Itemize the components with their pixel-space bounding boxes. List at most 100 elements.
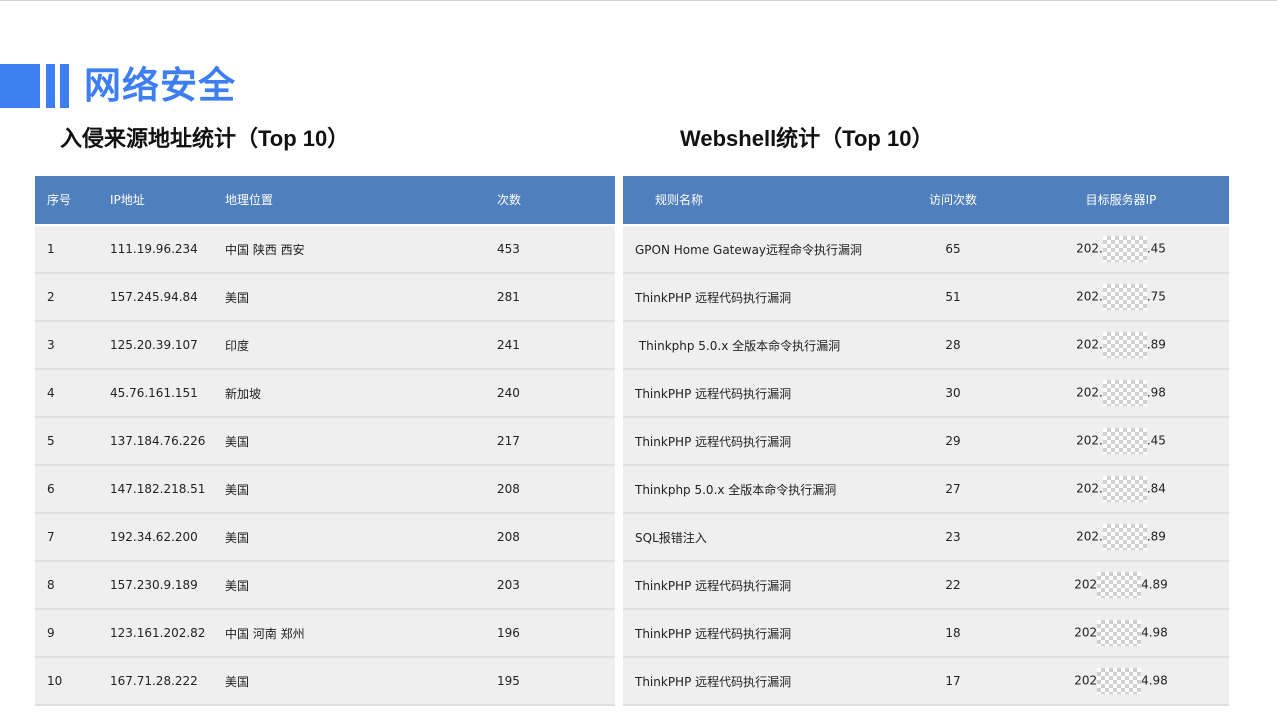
row-location: 美国 [225,513,497,562]
row-ip: 137.184.76.226 [110,417,225,466]
ip-prefix: 202. [1076,241,1103,256]
table-row: GPON Home Gateway远程命令执行漏洞 65 202. .45 [623,225,1229,274]
redaction-mask [1102,428,1147,454]
row-rule-name: SQL报错注入 [623,513,893,562]
col-header-location: 地理位置 [225,176,497,226]
webshell-table: 规则名称 访问次数 目标服务器IP GPON Home Gateway远程命令执… [623,176,1229,706]
row-count: 196 [497,609,615,658]
redaction-mask [1102,284,1147,310]
row-location: 中国 陕西 西安 [225,225,497,274]
redaction-mask [1102,236,1147,262]
row-target-ip: 202 4.98 [1013,609,1229,658]
table-header-row: 序号 IP地址 地理位置 次数 [35,176,615,226]
table-row: ThinkPHP 远程代码执行漏洞 22 202 4.89 [623,561,1229,610]
row-count: 281 [497,273,615,322]
ip-prefix: 202. [1076,481,1103,496]
row-count: 453 [497,225,615,274]
row-count: 217 [497,417,615,466]
row-visit-count: 30 [893,369,1013,418]
ip-prefix: 202. [1076,433,1103,448]
row-location: 中国 河南 郑州 [225,609,497,658]
row-index: 1 [35,225,110,274]
row-rule-name: ThinkPHP 远程代码执行漏洞 [623,417,893,466]
ip-prefix: 202 [1074,673,1098,688]
row-ip: 45.76.161.151 [110,369,225,418]
ip-suffix: .98 [1146,385,1166,400]
ip-suffix: .75 [1146,289,1166,304]
row-count: 208 [497,465,615,514]
col-header-target-ip: 目标服务器IP [1013,176,1229,226]
ip-suffix: 4.98 [1141,673,1168,688]
row-rule-name: ThinkPHP 远程代码执行漏洞 [623,273,893,322]
row-index: 9 [35,609,110,658]
table-row: Thinkphp 5.0.x 全版本命令执行漏洞 28 202. .89 [623,321,1229,370]
table-row: 4 45.76.161.151 新加坡 240 [35,369,615,418]
row-target-ip: 202. .45 [1013,417,1229,466]
table-row: ThinkPHP 远程代码执行漏洞 18 202 4.98 [623,609,1229,658]
ip-prefix: 202. [1076,529,1103,544]
row-index: 5 [35,417,110,466]
row-visit-count: 29 [893,417,1013,466]
row-count: 241 [497,321,615,370]
table-row: 7 192.34.62.200 美国 208 [35,513,615,562]
row-index: 8 [35,561,110,610]
ip-prefix: 202. [1076,385,1103,400]
col-header-count: 次数 [497,176,615,226]
table-row: ThinkPHP 远程代码执行漏洞 51 202. .75 [623,273,1229,322]
table-row: ThinkPHP 远程代码执行漏洞 17 202 4.98 [623,657,1229,706]
row-location: 印度 [225,321,497,370]
row-count: 240 [497,369,615,418]
row-location: 美国 [225,657,497,706]
redaction-mask [1102,476,1147,502]
table-row: 6 147.182.218.51 美国 208 [35,465,615,514]
col-header-visits: 访问次数 [893,176,1013,226]
redaction-mask [1097,668,1142,694]
col-header-index: 序号 [35,176,110,226]
row-ip: 123.161.202.82 [110,609,225,658]
intrusion-source-table: 序号 IP地址 地理位置 次数 1 111.19.96.234 中国 陕西 西安 45… [35,176,615,706]
col-header-ip: IP地址 [110,176,225,226]
row-ip: 167.71.28.222 [110,657,225,706]
redaction-mask [1097,572,1142,598]
row-visit-count: 28 [893,321,1013,370]
row-visit-count: 51 [893,273,1013,322]
row-ip: 192.34.62.200 [110,513,225,562]
row-visit-count: 23 [893,513,1013,562]
ip-prefix: 202 [1074,625,1098,640]
row-index: 3 [35,321,110,370]
table-row: 1 111.19.96.234 中国 陕西 西安 453 [35,225,615,274]
ip-suffix: .45 [1146,241,1166,256]
row-visit-count: 17 [893,657,1013,706]
redaction-mask [1102,524,1147,550]
row-count: 195 [497,657,615,706]
redaction-mask [1102,380,1147,406]
row-target-ip: 202. .84 [1013,465,1229,514]
row-target-ip: 202 4.89 [1013,561,1229,610]
row-location: 美国 [225,561,497,610]
col-header-rule: 规则名称 [623,176,893,226]
table-row: SQL报错注入 23 202. .89 [623,513,1229,562]
row-rule-name: Thinkphp 5.0.x 全版本命令执行漏洞 [623,465,893,514]
row-rule-name: GPON Home Gateway远程命令执行漏洞 [623,225,893,274]
table-row: 9 123.161.202.82 中国 河南 郑州 196 [35,609,615,658]
row-visit-count: 27 [893,465,1013,514]
row-index: 6 [35,465,110,514]
row-rule-name: ThinkPHP 远程代码执行漏洞 [623,369,893,418]
ip-prefix: 202. [1076,337,1103,352]
intrusion-section-title: 入侵来源地址统计（Top 10） [60,126,350,151]
table-row: 2 157.245.94.84 美国 281 [35,273,615,322]
row-rule-name: ThinkPHP 远程代码执行漏洞 [623,561,893,610]
row-visit-count: 22 [893,561,1013,610]
table-row: 10 167.71.28.222 美国 195 [35,657,615,706]
page-title: 网络安全 [84,64,236,107]
row-target-ip: 202. .89 [1013,321,1229,370]
redaction-mask [1102,332,1147,358]
top-divider [0,0,1277,1]
table-row: ThinkPHP 远程代码执行漏洞 29 202. .45 [623,417,1229,466]
table-row: 3 125.20.39.107 印度 241 [35,321,615,370]
table-row: 8 157.230.9.189 美国 203 [35,561,615,610]
redaction-mask [1097,620,1142,646]
table-row: ThinkPHP 远程代码执行漏洞 30 202. .98 [623,369,1229,418]
row-ip: 147.182.218.51 [110,465,225,514]
row-visit-count: 18 [893,609,1013,658]
